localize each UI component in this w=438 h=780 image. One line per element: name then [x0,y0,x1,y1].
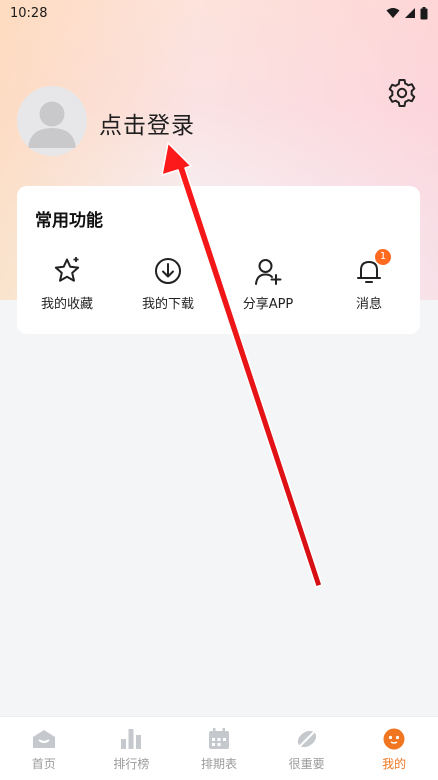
tab-label: 排行榜 [113,757,150,771]
tab-home[interactable]: 首页 [0,717,88,780]
feature-label: 分享APP [242,297,294,312]
tab-label: 很重要 [288,757,325,771]
feature-share-app[interactable]: 分享APP [218,254,318,312]
default-avatar-icon [28,101,76,148]
feature-label: 我的下载 [141,297,194,312]
profile-icon [383,728,405,750]
login-link[interactable]: 点击登录 [99,106,195,140]
tab-label: 我的 [382,757,407,771]
battery-icon [420,6,428,19]
bottom-tab-bar: 首页 排行榜 排期表 很重要 我的 [0,716,438,780]
status-time: 10:28 [10,5,48,21]
feature-favorites[interactable]: 我的收藏 [17,254,117,312]
message-badge: 1 [375,249,391,265]
tab-label: 排期表 [200,757,237,771]
feature-label: 消息 [355,297,382,312]
star-icon [54,257,80,282]
signal-icon [405,8,415,18]
ranking-icon [121,729,142,749]
tab-important[interactable]: 很重要 [263,717,351,780]
tab-label: 首页 [31,757,56,771]
feature-messages[interactable]: 1 消息 [319,249,419,312]
add-user-icon [255,259,282,285]
feature-downloads[interactable]: 我的下载 [118,254,218,312]
tab-ranking[interactable]: 排行榜 [88,717,176,780]
features-title: 常用功能 [35,211,103,231]
wifi-icon [386,8,400,18]
calendar-icon [208,728,229,749]
download-icon [155,258,181,284]
home-icon [32,730,55,748]
features-card: 常用功能 我的收藏 我的下载 分享APP 1 消息 [17,186,420,334]
status-icons [386,6,428,20]
leaf-icon [297,730,316,748]
status-bar: 10:28 [0,0,438,26]
avatar[interactable] [17,86,87,156]
tab-mine[interactable]: 我的 [350,717,438,780]
tab-schedule[interactable]: 排期表 [175,717,263,780]
settings-button[interactable] [386,77,418,109]
feature-label: 我的收藏 [40,297,93,312]
gear-icon [388,79,416,107]
